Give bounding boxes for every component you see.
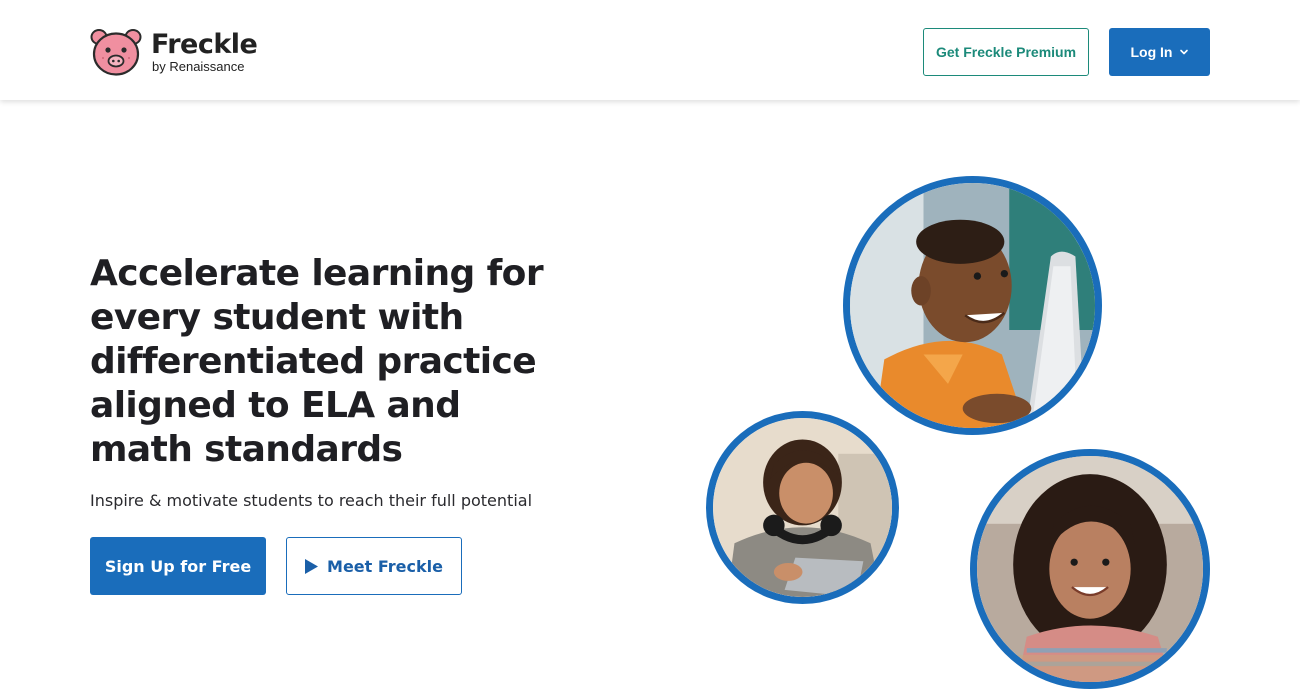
sign-up-button[interactable]: Sign Up for Free bbox=[90, 537, 266, 595]
meet-freckle-button[interactable]: Meet Freckle bbox=[286, 537, 462, 595]
get-premium-label: Get Freckle Premium bbox=[935, 44, 1077, 60]
get-premium-button[interactable]: Get Freckle Premium bbox=[923, 28, 1089, 76]
logo-wordmark: Freckle bbox=[151, 29, 258, 60]
meet-freckle-label: Meet Freckle bbox=[327, 556, 443, 576]
login-label: Log In bbox=[1130, 44, 1173, 60]
site-header: Freckle by Renaissance Get Freckle Premi… bbox=[0, 0, 1300, 100]
login-button[interactable]: Log In bbox=[1109, 28, 1210, 76]
freckle-logo[interactable]: Freckle by Renaissance bbox=[90, 28, 270, 76]
hero-headline: Accelerate learning for every student wi… bbox=[90, 253, 544, 470]
photo-boy-laptop bbox=[843, 176, 1102, 435]
photo-teen-tablet bbox=[706, 411, 899, 604]
play-icon bbox=[305, 558, 319, 574]
sign-up-label: Sign Up for Free bbox=[104, 556, 252, 576]
pig-logo-icon bbox=[90, 29, 142, 76]
chevron-down-icon bbox=[1179, 49, 1188, 55]
logo-byline: by Renaissance bbox=[152, 59, 245, 74]
hero-subhead: Inspire & motivate students to reach the… bbox=[90, 491, 533, 510]
photo-girl-smiling bbox=[970, 449, 1210, 689]
